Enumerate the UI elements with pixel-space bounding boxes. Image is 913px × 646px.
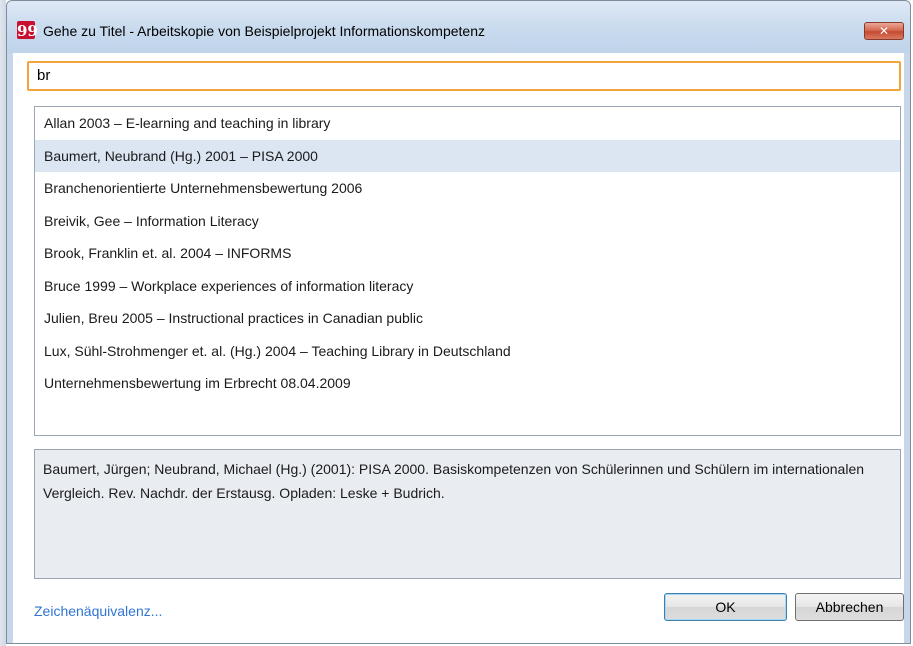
list-item[interactable]: Breivik, Gee – Information Literacy <box>35 205 900 238</box>
title-result-list[interactable]: Allan 2003 – E-learning and teaching in … <box>34 106 901 436</box>
list-item[interactable]: Unternehmensbewertung im Erbrecht 08.04.… <box>35 367 900 400</box>
citavi-quote-icon: 99 <box>17 21 38 40</box>
list-item[interactable]: Lux, Sühl-Strohmenger et. al. (Hg.) 2004… <box>35 335 900 368</box>
list-item[interactable]: Bruce 1999 – Workplace experiences of in… <box>35 270 900 303</box>
cancel-button[interactable]: Abbrechen <box>795 593 904 621</box>
list-item[interactable]: Branchenorientierte Unternehmensbewertun… <box>35 172 900 205</box>
list-item[interactable]: Brook, Franklin et. al. 2004 – INFORMS <box>35 237 900 270</box>
search-input[interactable]: br <box>27 61 901 91</box>
title-bar[interactable]: 99 Gehe zu Titel - Arbeitskopie von Beis… <box>7 1 910 53</box>
window-title: Gehe zu Titel - Arbeitskopie von Beispie… <box>43 23 486 39</box>
close-button[interactable]: ✕ <box>864 22 904 40</box>
ok-button[interactable]: OK <box>664 593 787 621</box>
list-item[interactable]: Julien, Breu 2005 – Instructional practi… <box>35 302 900 335</box>
citation-preview: Baumert, Jürgen; Neubrand, Michael (Hg.)… <box>34 449 901 579</box>
character-equivalence-link[interactable]: Zeichenäquivalenz... <box>34 602 162 620</box>
list-item[interactable]: Allan 2003 – E-learning and teaching in … <box>35 107 900 140</box>
list-item[interactable]: Baumert, Neubrand (Hg.) 2001 – PISA 2000 <box>35 139 900 172</box>
